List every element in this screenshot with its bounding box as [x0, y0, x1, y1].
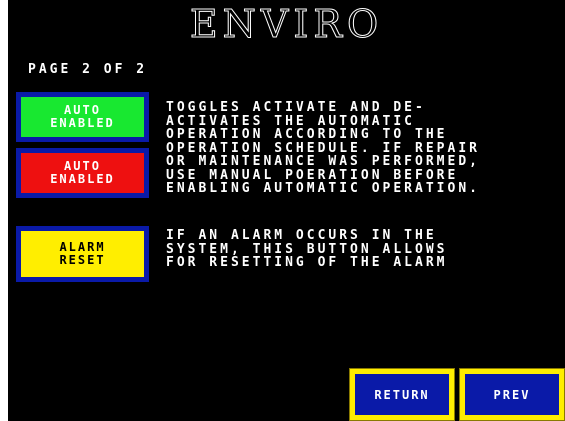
alarm-reset-button[interactable]: ALARM RESET	[16, 226, 149, 282]
auto-enabled-green-button[interactable]: AUTO ENABLED	[16, 92, 149, 142]
prev-button[interactable]: PREV	[459, 368, 565, 421]
auto-enabled-red-label: AUTO ENABLED	[21, 153, 144, 193]
auto-enabled-green-label: AUTO ENABLED	[21, 97, 144, 137]
return-button[interactable]: RETURN	[349, 368, 455, 421]
page-indicator: PAGE 2 OF 2	[28, 62, 148, 77]
screen-title: ENVIRO	[189, 2, 384, 47]
alarm-description: IF AN ALARM OCCURS IN THE SYSTEM, THIS B…	[166, 228, 448, 270]
prev-label: PREV	[465, 374, 559, 415]
auto-enabled-red-button[interactable]: AUTO ENABLED	[16, 148, 149, 198]
return-label: RETURN	[355, 374, 449, 415]
hmi-screen: ENVIRO PAGE 2 OF 2 AUTO ENABLED AUTO ENA…	[8, 0, 565, 421]
alarm-reset-label: ALARM RESET	[21, 231, 144, 277]
auto-description: TOGGLES ACTIVATE AND DE- ACTIVATES THE A…	[166, 100, 480, 196]
